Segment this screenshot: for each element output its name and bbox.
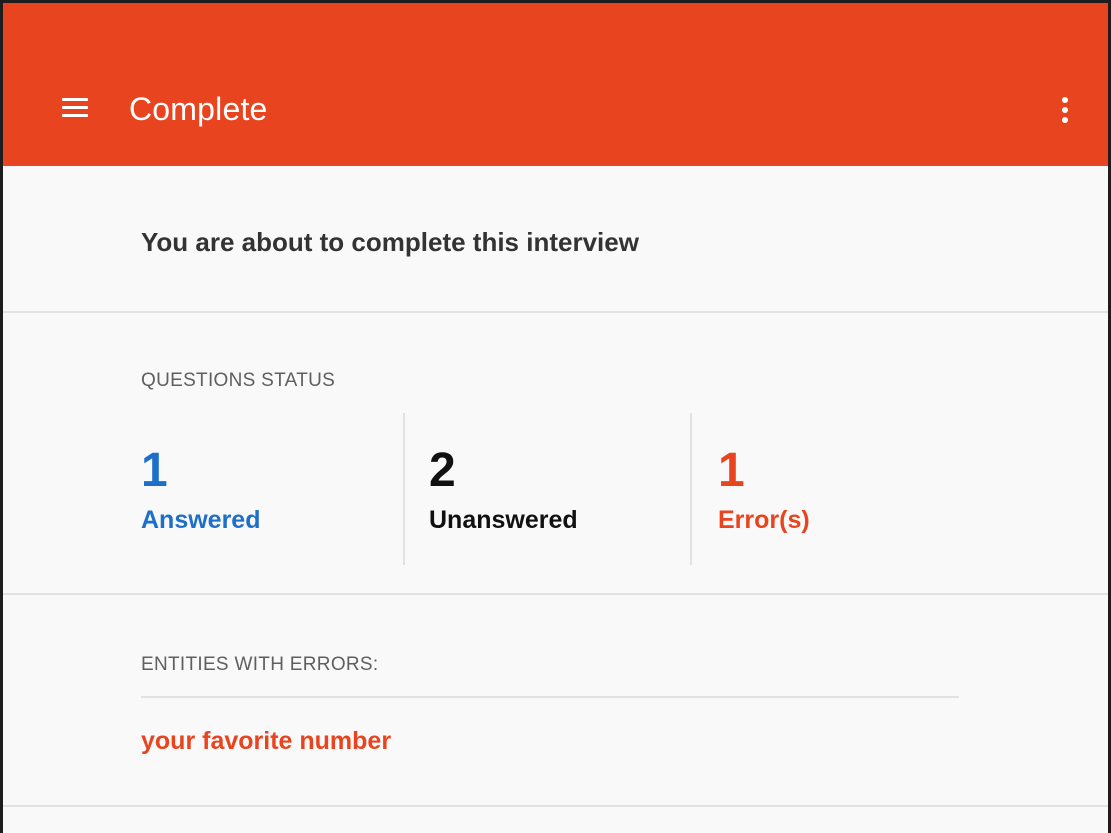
app-window: Complete You are about to complete this … <box>0 0 1111 833</box>
section-divider <box>3 593 1108 595</box>
answered-count: 1 <box>141 444 168 497</box>
completion-message: You are about to complete this interview <box>141 227 639 257</box>
errors-count: 1 <box>718 444 745 497</box>
page-title: Complete <box>129 91 268 127</box>
errors-label: Error(s) <box>718 506 810 534</box>
app-bar: Complete <box>3 3 1108 166</box>
stat-separator <box>690 413 692 565</box>
entities-with-errors-heading: ENTITIES WITH ERRORS: <box>141 654 379 675</box>
unanswered-stat[interactable]: 2 Unanswered <box>429 443 578 535</box>
answered-label: Answered <box>141 506 261 534</box>
answered-stat[interactable]: 1 Answered <box>141 443 260 535</box>
section-divider <box>3 805 1108 807</box>
unanswered-count: 2 <box>429 444 456 497</box>
questions-status-heading: QUESTIONS STATUS <box>141 370 336 391</box>
entities-divider <box>141 696 959 698</box>
errors-stat[interactable]: 1 Error(s) <box>718 443 810 535</box>
overflow-menu-button[interactable] <box>1047 93 1083 129</box>
menu-button[interactable] <box>59 97 93 121</box>
error-entity-link[interactable]: your favorite number <box>141 725 391 757</box>
stat-separator <box>403 413 405 565</box>
section-divider <box>3 311 1108 313</box>
unanswered-label: Unanswered <box>429 506 578 534</box>
